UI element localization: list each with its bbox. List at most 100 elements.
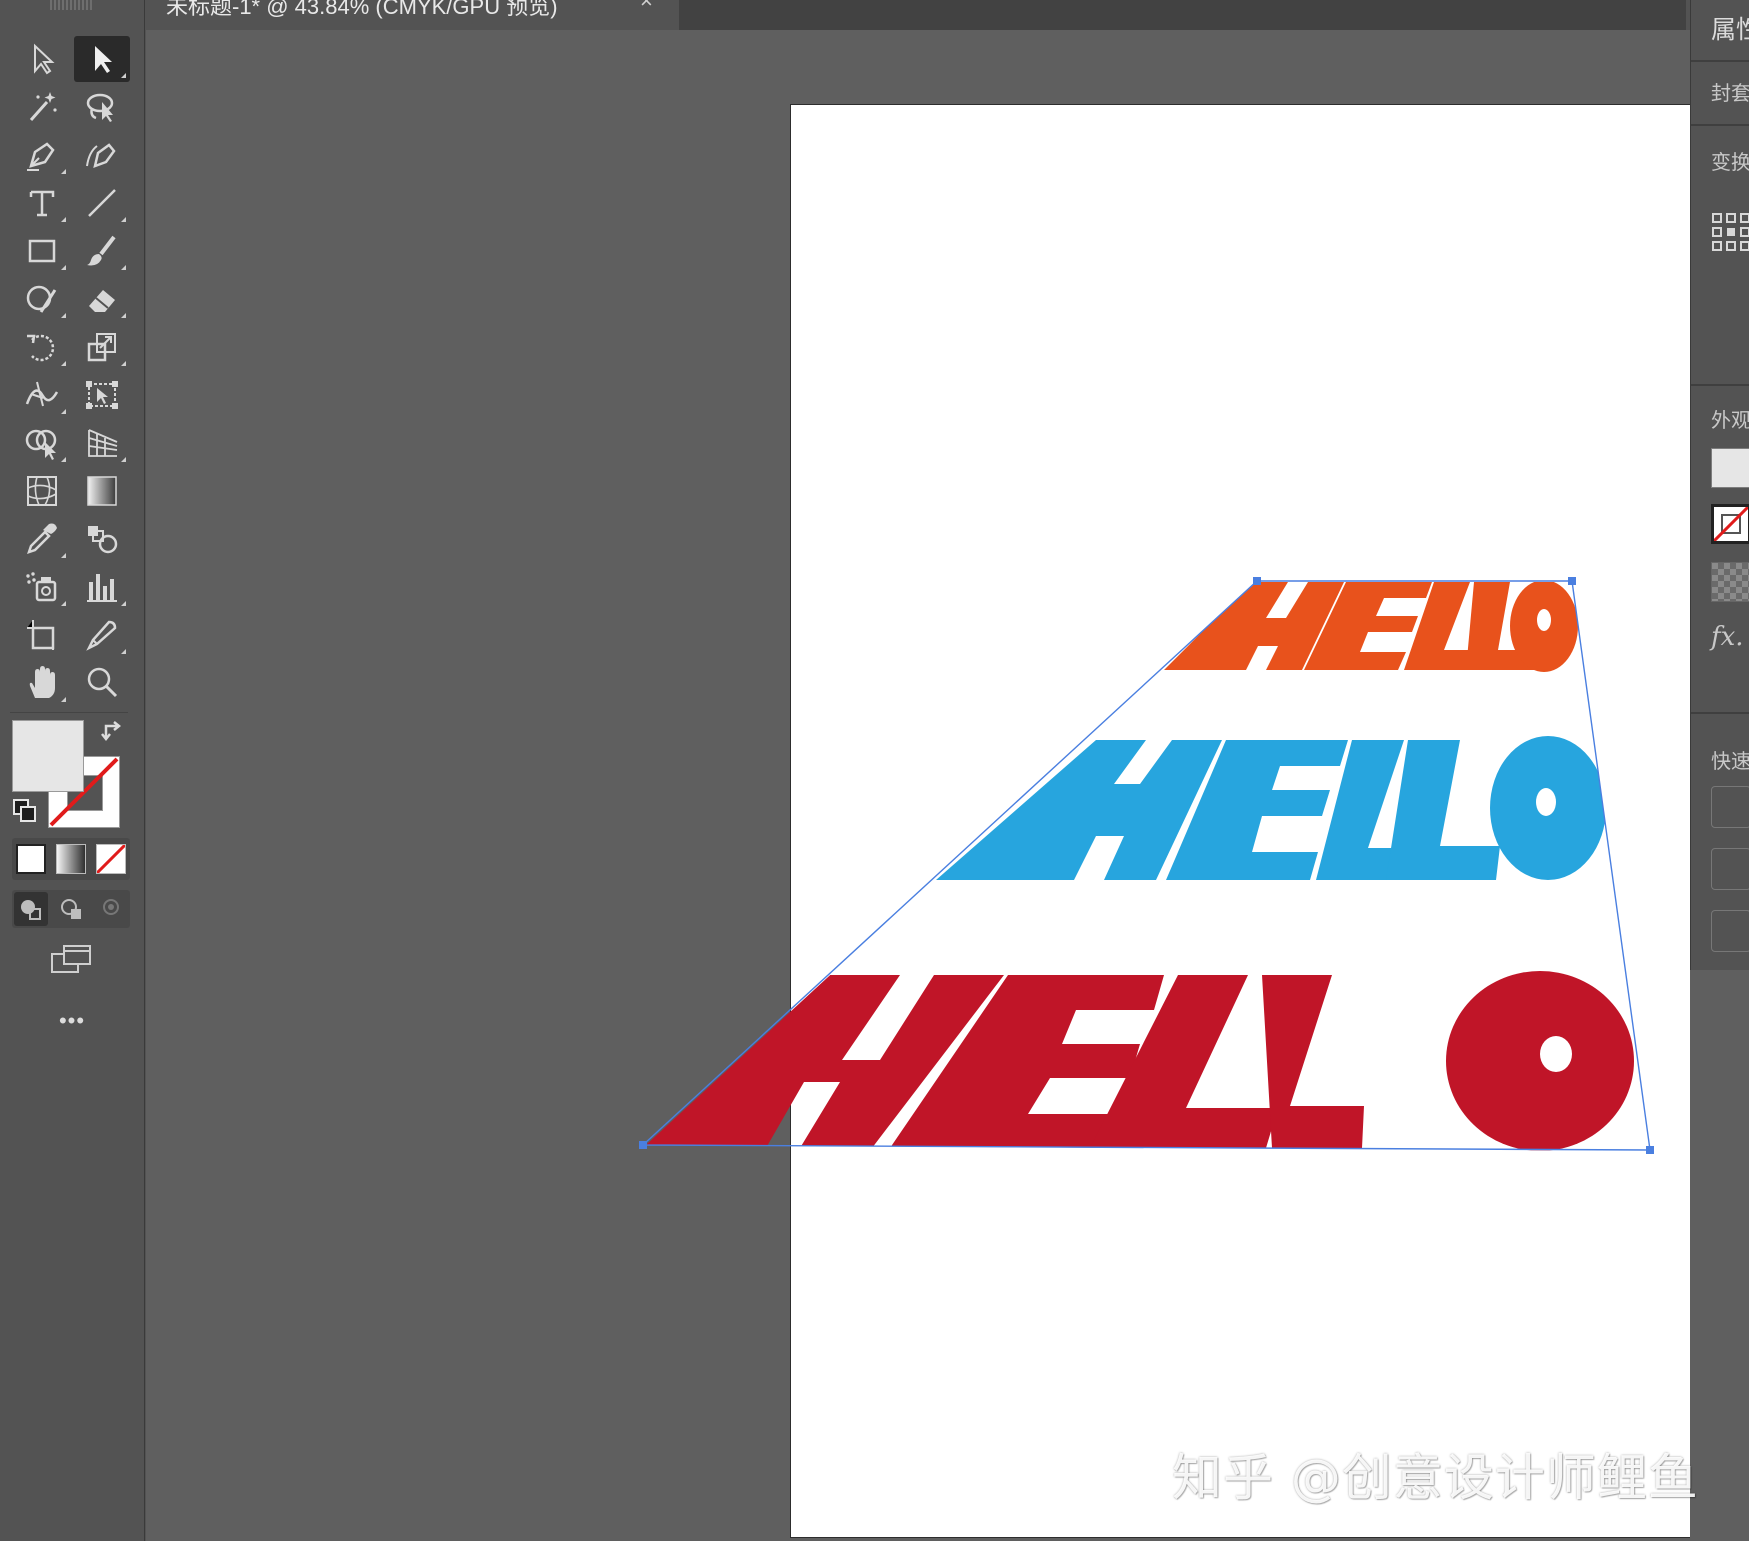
panel-divider: [1691, 60, 1749, 62]
panel-divider: [1691, 384, 1749, 386]
opacity-swatch[interactable]: [1711, 562, 1749, 602]
free-transform-icon: [86, 381, 118, 409]
selection-tool[interactable]: [14, 36, 70, 82]
shaper-tool[interactable]: [14, 276, 70, 322]
brush-icon: [87, 235, 116, 266]
document-tab-bar: 未标题-1* @ 43.84% (CMYK/GPU 预览) ×: [146, 0, 1686, 30]
artboard-icon: [27, 620, 55, 650]
scale-tool[interactable]: [74, 324, 130, 370]
artboard-tool[interactable]: [14, 612, 70, 658]
lasso-icon: [86, 93, 114, 122]
swap-fill-stroke-button[interactable]: [100, 718, 126, 749]
more-tools-button[interactable]: •••: [48, 1008, 96, 1038]
mesh-icon: [27, 476, 57, 506]
magic-wand-tool[interactable]: [14, 84, 70, 130]
envelope-label: 封套: [1711, 83, 1749, 105]
blend-icon: [88, 526, 118, 554]
fill-swatch[interactable]: [12, 720, 84, 792]
curvature-pen-icon: [86, 143, 116, 168]
width-icon: [25, 381, 59, 407]
column-graph-tool[interactable]: [74, 564, 130, 610]
draw-behind-button[interactable]: [54, 892, 88, 926]
document-tab[interactable]: 未标题-1* @ 43.84% (CMYK/GPU 预览) ×: [146, 0, 679, 30]
magic-wand-icon: [29, 92, 57, 121]
panel-grip[interactable]: [50, 0, 94, 10]
draw-normal-button[interactable]: [14, 892, 48, 926]
shaper-icon: [26, 285, 57, 313]
default-fill-stroke-button[interactable]: [12, 798, 38, 829]
lasso-tool[interactable]: [74, 84, 130, 130]
symbol-sprayer-icon: [26, 572, 57, 602]
eyedropper-icon: [27, 523, 57, 554]
line-icon: [88, 189, 116, 217]
type-tool[interactable]: [14, 180, 70, 226]
draw-behind-icon: [61, 899, 81, 919]
none-slash-icon: [97, 845, 125, 873]
perspective-grid-tool[interactable]: [74, 420, 130, 466]
gradient-tool[interactable]: [74, 468, 130, 514]
transform-label: 变换: [1711, 152, 1749, 174]
fx-button[interactable]: fx.: [1711, 622, 1744, 652]
screen-mode-button[interactable]: [48, 942, 96, 978]
curvature-tool[interactable]: [74, 132, 130, 178]
pen-tool[interactable]: [14, 132, 70, 178]
type-icon: [29, 190, 55, 217]
free-transform-tool[interactable]: [74, 372, 130, 418]
quick-action-button-1[interactable]: [1711, 786, 1749, 828]
eraser-tool[interactable]: [74, 276, 130, 322]
symbol-sprayer-tool[interactable]: [14, 564, 70, 610]
quick-action-button-2[interactable]: [1711, 848, 1749, 890]
quick-actions-label: 快速: [1711, 751, 1749, 773]
draw-inside-button[interactable]: [94, 892, 128, 926]
paintbrush-tool[interactable]: [74, 228, 130, 274]
panel-divider: [1691, 124, 1749, 126]
tools-panel: •••: [0, 0, 145, 1541]
appearance-label: 外观: [1711, 410, 1749, 432]
quick-action-button-3[interactable]: [1711, 910, 1749, 952]
column-graph-icon: [87, 574, 117, 602]
pen-icon: [27, 142, 55, 171]
rectangle-tool[interactable]: [14, 228, 70, 274]
color-button[interactable]: [16, 844, 46, 874]
panel-divider: [1691, 712, 1749, 714]
shape-builder-tool[interactable]: [14, 420, 70, 466]
rotate-tool[interactable]: [14, 324, 70, 370]
blend-tool[interactable]: [74, 516, 130, 562]
rectangle-icon: [28, 239, 56, 263]
line-segment-tool[interactable]: [74, 180, 130, 226]
draw-normal-icon: [21, 900, 41, 920]
gradient-button[interactable]: [56, 844, 86, 874]
mesh-tool[interactable]: [14, 468, 70, 514]
zoom-icon: [87, 667, 118, 698]
default-colors-icon: [13, 799, 36, 822]
appearance-fill-swatch[interactable]: [1711, 448, 1749, 488]
hand-tool[interactable]: [14, 660, 70, 706]
arrow-outline-icon: [34, 43, 55, 75]
draw-inside-icon: [103, 899, 119, 915]
toolbar-separator: [10, 712, 128, 713]
scale-icon: [87, 333, 116, 362]
artboard[interactable]: [791, 105, 1749, 1537]
canvas-area[interactable]: [146, 30, 1749, 1541]
direct-selection-tool[interactable]: [74, 36, 130, 82]
width-tool[interactable]: [14, 372, 70, 418]
none-button[interactable]: [96, 844, 126, 874]
close-tab-button[interactable]: ×: [640, 0, 653, 12]
shape-builder-icon: [25, 429, 57, 460]
eyedropper-tool[interactable]: [14, 516, 70, 562]
properties-panel: 属性 封套 变换 外观 fx. 快速: [1690, 0, 1749, 970]
none-slash-icon: [1714, 507, 1748, 541]
perspective-grid-icon: [88, 429, 118, 457]
hand-icon: [29, 666, 55, 698]
illustrator-window: ••• 未标题-1* @ 43.84% (CMYK/GPU 预览) × 属 封套…: [0, 0, 1749, 1541]
slice-tool[interactable]: [74, 612, 130, 658]
zoom-tool[interactable]: [74, 660, 130, 706]
properties-title: 属性: [1711, 16, 1749, 44]
arrow-solid-icon: [95, 46, 112, 73]
screen-mode-icon: [51, 945, 91, 973]
reference-point-icon[interactable]: [1711, 212, 1749, 257]
gradient-icon: [87, 476, 117, 506]
slice-icon: [86, 620, 117, 651]
appearance-stroke-swatch[interactable]: [1711, 504, 1749, 544]
rotate-icon: [27, 334, 55, 362]
